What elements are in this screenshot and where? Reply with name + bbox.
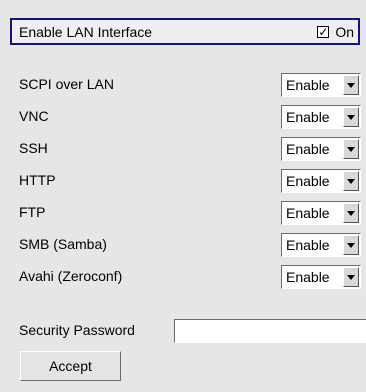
ssh-dropdown[interactable]: Enable: [281, 137, 361, 161]
security-password-input[interactable]: [174, 319, 366, 343]
smb-samba-dropdown[interactable]: Enable: [281, 233, 361, 257]
smb-samba-label: SMB (Samba): [19, 236, 107, 252]
dropdown-value: Enable: [286, 269, 330, 285]
dropdown-value: Enable: [286, 205, 330, 221]
chevron-down-icon[interactable]: [343, 235, 359, 255]
chevron-down-icon[interactable]: [343, 107, 359, 127]
ftp-dropdown[interactable]: Enable: [281, 201, 361, 225]
lan-on-checkbox[interactable]: ✓ On: [317, 24, 354, 40]
enable-lan-interface-row: Enable LAN Interface ✓ On: [10, 18, 360, 45]
accept-button[interactable]: Accept: [20, 351, 121, 381]
dropdown-value: Enable: [286, 141, 330, 157]
chevron-down-icon[interactable]: [343, 171, 359, 191]
chevron-down-icon[interactable]: [343, 75, 359, 95]
vnc-label: VNC: [19, 108, 49, 124]
http-dropdown[interactable]: Enable: [281, 169, 361, 193]
avahi-zeroconf-dropdown[interactable]: Enable: [281, 265, 361, 289]
scpi-over-lan-dropdown[interactable]: Enable: [281, 73, 361, 97]
http-label: HTTP: [19, 172, 56, 188]
scpi-over-lan-label: SCPI over LAN: [19, 76, 114, 92]
checkbox-icon[interactable]: ✓: [317, 26, 330, 38]
vnc-dropdown[interactable]: Enable: [281, 105, 361, 129]
lan-on-label: On: [335, 24, 354, 40]
dropdown-value: Enable: [286, 109, 330, 125]
avahi-zeroconf-label: Avahi (Zeroconf): [19, 268, 123, 284]
security-password-label: Security Password: [19, 322, 135, 338]
chevron-down-icon[interactable]: [343, 203, 359, 223]
chevron-down-icon[interactable]: [343, 139, 359, 159]
dropdown-value: Enable: [286, 237, 330, 253]
enable-lan-interface-label: Enable LAN Interface: [19, 24, 153, 40]
ftp-label: FTP: [19, 204, 46, 220]
chevron-down-icon[interactable]: [343, 267, 359, 287]
ssh-label: SSH: [19, 140, 48, 156]
dropdown-value: Enable: [286, 77, 330, 93]
dropdown-value: Enable: [286, 173, 330, 189]
